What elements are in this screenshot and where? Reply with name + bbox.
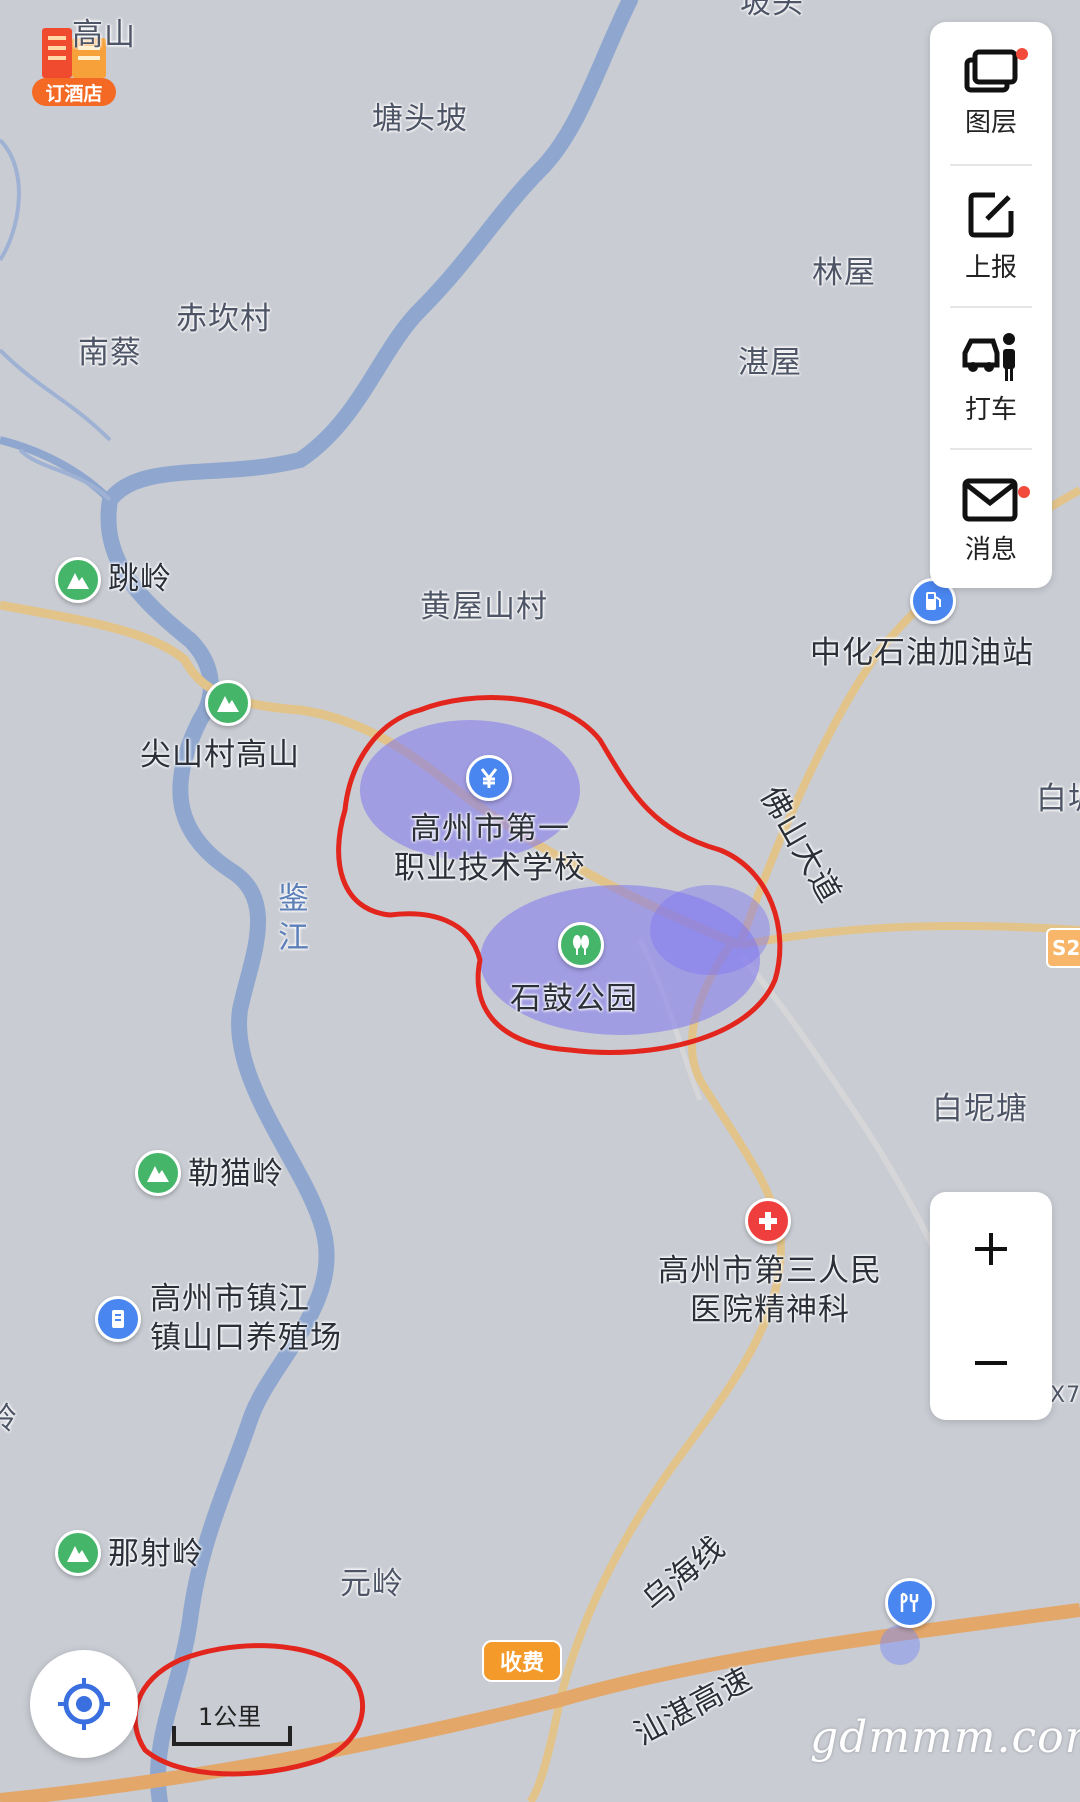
place-label[interactable]: 元岭 — [340, 1565, 404, 1604]
poi-label[interactable]: 石鼓公园 — [510, 980, 638, 1019]
layers-icon — [964, 49, 1018, 92]
locate-me-button[interactable] — [30, 1650, 138, 1758]
road-number-badge: X72 — [1050, 1383, 1080, 1408]
zoom-in-button[interactable] — [930, 1192, 1052, 1306]
river-label: 鉴江 — [278, 881, 310, 956]
plus-icon — [975, 1233, 1007, 1265]
park-poi[interactable] — [558, 922, 604, 968]
place-label[interactable]: 高山 — [72, 16, 136, 55]
farm-poi[interactable] — [95, 1296, 141, 1342]
poi-label-line: 镇山口养殖场 — [150, 1319, 342, 1356]
minus-icon — [975, 1361, 1007, 1365]
poi-label[interactable]: 高州市镇江 镇山口养殖场 — [150, 1280, 342, 1358]
notification-dot — [1016, 48, 1028, 60]
edit-square-icon — [968, 192, 1014, 237]
mountain-poi[interactable] — [55, 1530, 101, 1576]
poi-label[interactable]: 勒猫岭 — [188, 1155, 284, 1194]
mountain-icon — [67, 1546, 89, 1562]
report-label: 上报 — [964, 252, 1017, 283]
poi-label-line: 医院精神科 — [690, 1291, 850, 1328]
school-poi[interactable] — [466, 755, 512, 801]
layers-button[interactable]: 图层 — [930, 22, 1052, 162]
place-label[interactable]: 坡头 — [740, 0, 804, 23]
poi-label[interactable]: 那射岭 — [108, 1535, 204, 1574]
taxi-label: 打车 — [964, 394, 1017, 425]
place-label[interactable]: 岭 — [0, 1400, 18, 1439]
taxi-person-icon — [962, 332, 1015, 381]
fuel-pump-icon — [926, 592, 941, 610]
poi-label-line: 高州市镇江 — [150, 1281, 310, 1317]
map-canvas[interactable] — [0, 0, 1080, 1802]
tree-icon — [573, 935, 589, 955]
messages-label: 消息 — [964, 534, 1017, 565]
place-label[interactable]: 林屋 — [812, 254, 876, 293]
fork-knife-icon — [900, 1592, 919, 1612]
crosshair-icon — [58, 1678, 110, 1730]
notification-dot — [1018, 486, 1030, 498]
scale-bar — [172, 1726, 292, 1746]
poi-label[interactable]: 高州市第三人民 医院精神科 — [640, 1252, 900, 1330]
mountain-poi[interactable] — [55, 557, 101, 603]
poi-label[interactable]: 中化石油加油站 — [810, 634, 1034, 673]
place-label[interactable]: 南蔡 — [78, 334, 142, 373]
report-button[interactable]: 上报 — [930, 166, 1052, 306]
zoom-controls — [930, 1192, 1052, 1420]
taxi-button[interactable]: 打车 — [930, 308, 1052, 448]
poi-label-line: 高州市第三人民 — [658, 1253, 882, 1289]
place-label[interactable]: 赤坎村 — [176, 300, 272, 339]
place-label[interactable]: 白坭 — [1036, 780, 1080, 819]
poi-label-line: 高州市第一 — [410, 811, 570, 847]
building-icon — [112, 1310, 124, 1328]
hospital-poi[interactable] — [745, 1198, 791, 1244]
medical-cross-icon — [759, 1212, 777, 1230]
hotel-booking-label: 订酒店 — [32, 78, 116, 106]
messages-button[interactable]: 消息 — [930, 450, 1052, 590]
road-number-badge: S2 — [1046, 928, 1080, 968]
place-label[interactable]: 黄屋山村 — [420, 588, 548, 627]
place-label[interactable]: 白坭塘 — [932, 1090, 1028, 1129]
poi-label[interactable]: 尖山村高山 — [140, 736, 300, 775]
place-label[interactable]: 塘头坡 — [372, 100, 468, 139]
mountain-icon — [217, 696, 239, 712]
place-label[interactable]: 湛屋 — [738, 344, 802, 383]
mountain-poi[interactable] — [135, 1150, 181, 1196]
mountain-icon — [67, 573, 89, 589]
yen-icon — [480, 768, 498, 788]
zoom-out-button[interactable] — [930, 1306, 1052, 1420]
mountain-icon — [147, 1166, 169, 1182]
envelope-icon — [962, 478, 1018, 521]
watermark: gdmmm.com — [810, 1712, 1080, 1763]
poi-label[interactable]: 跳岭 — [108, 560, 172, 599]
poi-label-line: 职业技术学校 — [394, 849, 586, 886]
mountain-poi[interactable] — [205, 680, 251, 726]
restaurant-poi[interactable] — [885, 1578, 935, 1628]
layers-label: 图层 — [964, 107, 1017, 138]
map-tools-panel: 图层 上报 打车 消息 — [930, 22, 1052, 588]
poi-label[interactable]: 高州市第一 职业技术学校 — [380, 810, 600, 888]
toll-marker[interactable]: 收费 — [482, 1640, 562, 1682]
